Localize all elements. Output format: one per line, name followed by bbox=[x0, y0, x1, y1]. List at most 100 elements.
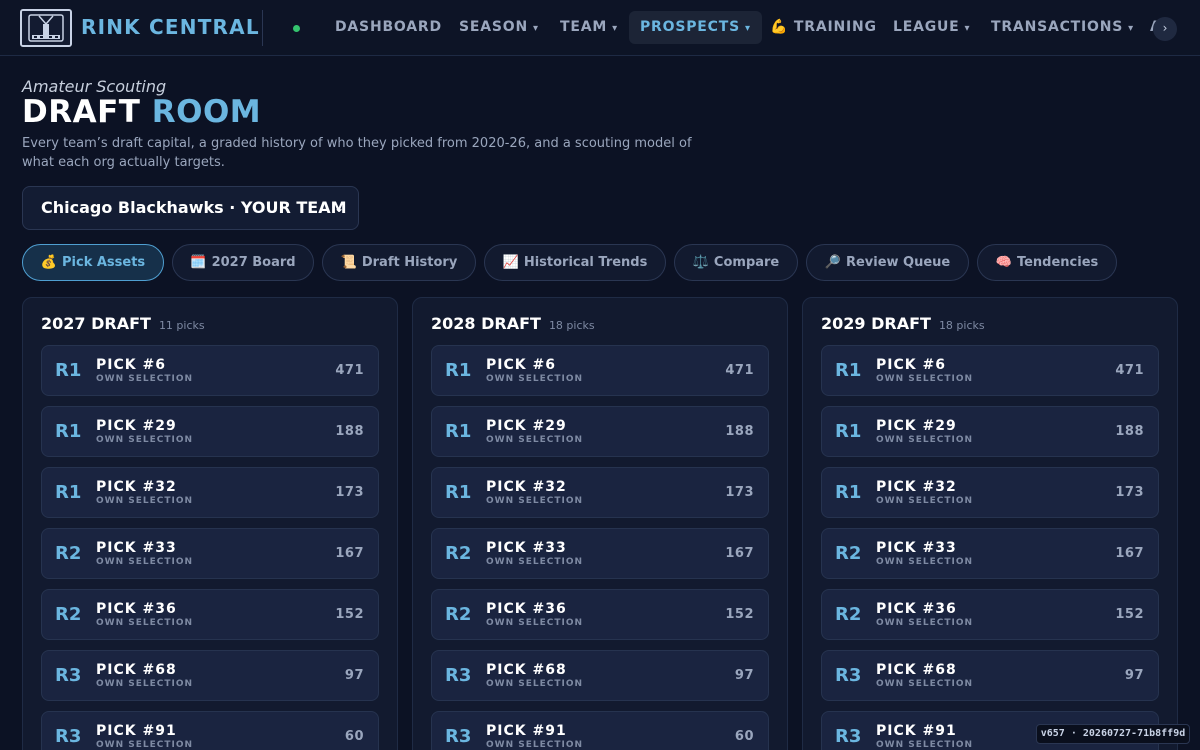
tab-label: Tendencies bbox=[1016, 255, 1099, 270]
pick-card[interactable]: R2 PICK #36 OWN SELECTION 152 bbox=[431, 589, 769, 640]
pick-card[interactable]: R1 PICK #29 OWN SELECTION 188 bbox=[431, 406, 769, 457]
pick-value: 188 bbox=[725, 424, 754, 439]
nav-divider bbox=[262, 10, 263, 46]
pick-number: PICK #33 bbox=[876, 540, 957, 556]
pick-type: OWN SELECTION bbox=[486, 618, 584, 628]
chevron-down-icon: ▾ bbox=[612, 23, 618, 34]
pick-type: OWN SELECTION bbox=[876, 496, 974, 506]
pick-number: PICK #33 bbox=[486, 540, 567, 556]
pick-type: OWN SELECTION bbox=[96, 679, 194, 689]
pick-card[interactable]: R3 PICK #68 OWN SELECTION 97 bbox=[821, 650, 1159, 701]
draft-year-label: 2028 DRAFT bbox=[431, 314, 541, 333]
pick-type: OWN SELECTION bbox=[486, 374, 584, 384]
tab-label: Historical Trends bbox=[523, 255, 648, 270]
pick-card[interactable]: R2 PICK #36 OWN SELECTION 152 bbox=[41, 589, 379, 640]
team-select[interactable]: Chicago Blackhawks · YOUR TEAM ⌄ bbox=[22, 186, 359, 230]
pick-value: 173 bbox=[335, 485, 364, 500]
pick-type: OWN SELECTION bbox=[96, 618, 194, 628]
pick-card[interactable]: R2 PICK #33 OWN SELECTION 167 bbox=[431, 528, 769, 579]
pick-number: PICK #91 bbox=[486, 723, 567, 739]
pick-card[interactable]: R1 PICK #6 OWN SELECTION 471 bbox=[821, 345, 1159, 396]
nav-item-league[interactable]: LEAGUE ▾ bbox=[882, 11, 981, 44]
pick-type: OWN SELECTION bbox=[96, 374, 194, 384]
pick-type: OWN SELECTION bbox=[486, 496, 584, 506]
pick-round: R2 bbox=[835, 543, 862, 564]
magnifier-icon: 🔎 bbox=[824, 255, 841, 270]
pick-type: OWN SELECTION bbox=[876, 618, 974, 628]
tab-draft-history[interactable]: 📜 Draft History bbox=[322, 244, 476, 281]
nav-item-label: DASHBOARD bbox=[335, 19, 442, 35]
hockey-arena-logo-icon[interactable] bbox=[20, 9, 72, 47]
nav-item-label: LEAGUE bbox=[893, 19, 960, 35]
nav-item-prospects[interactable]: PROSPECTS ▾ bbox=[629, 11, 762, 44]
pick-card[interactable]: R2 PICK #33 OWN SELECTION 167 bbox=[821, 528, 1159, 579]
pick-value: 152 bbox=[335, 607, 364, 622]
tab-label: Review Queue bbox=[845, 255, 951, 270]
draft-column-title: 2029 DRAFT 18 picks bbox=[821, 314, 985, 333]
chevron-down-icon: ▾ bbox=[964, 23, 971, 34]
pick-card[interactable]: R3 PICK #91OWN SELECTION 60 bbox=[41, 711, 379, 750]
pick-type: OWN SELECTION bbox=[486, 557, 584, 567]
pick-count: 18 picks bbox=[938, 319, 985, 332]
pick-card[interactable]: R3 PICK #68 OWN SELECTION 97 bbox=[431, 650, 769, 701]
pick-value: 188 bbox=[335, 424, 364, 439]
page-title-main: DRAFT bbox=[22, 94, 152, 130]
chevron-right-icon[interactable]: › bbox=[1153, 17, 1177, 41]
nav-item-dashboard[interactable]: DASHBOARD bbox=[324, 11, 453, 44]
pick-round: R3 bbox=[55, 665, 82, 686]
nav-item-label: SEASON bbox=[459, 19, 528, 35]
tab-compare[interactable]: ⚖️ Compare bbox=[674, 244, 798, 281]
page-title: DRAFT ROOM bbox=[22, 94, 261, 130]
pick-card[interactable]: R1 PICK #32 OWN SELECTION 173 bbox=[431, 467, 769, 518]
draft-year-label: 2029 DRAFT bbox=[821, 314, 931, 333]
app-brand[interactable]: RINK CENTRAL bbox=[81, 15, 260, 39]
version-badge: v657 · 20260727-71b8ff9d bbox=[1036, 724, 1190, 744]
pick-value: 188 bbox=[1115, 424, 1144, 439]
pick-card[interactable]: R3 PICK #68 OWN SELECTION 97 bbox=[41, 650, 379, 701]
pick-type: OWN SELECTION bbox=[876, 435, 974, 445]
pick-round: R2 bbox=[835, 604, 862, 625]
brain-icon: 🧠 bbox=[995, 255, 1012, 270]
pick-card[interactable]: R1 PICK #32 OWN SELECTION 173 bbox=[821, 467, 1159, 518]
pick-value: 173 bbox=[1115, 485, 1144, 500]
nav-item-label: PROSPECTS bbox=[640, 19, 740, 35]
pick-number: PICK #36 bbox=[876, 601, 957, 617]
pick-card[interactable]: R1 PICK #6 OWN SELECTION 471 bbox=[41, 345, 379, 396]
pick-type: OWN SELECTION bbox=[96, 557, 194, 567]
draft-column-title: 2027 DRAFT 11 picks bbox=[41, 314, 205, 333]
pick-round: R1 bbox=[445, 360, 472, 381]
pick-card[interactable]: R1 PICK #6 OWN SELECTION 471 bbox=[431, 345, 769, 396]
pick-value: 97 bbox=[734, 668, 754, 683]
pick-number: PICK #36 bbox=[486, 601, 567, 617]
pick-number: PICK #68 bbox=[876, 662, 957, 678]
pick-round: R1 bbox=[835, 421, 862, 442]
pick-round: R1 bbox=[835, 360, 862, 381]
pick-number: PICK #91 bbox=[876, 723, 957, 739]
pick-round: R1 bbox=[445, 421, 472, 442]
nav-item-training[interactable]: 💪 TRAINING bbox=[759, 11, 888, 44]
pick-card[interactable]: R2 PICK #36 OWN SELECTION 152 bbox=[821, 589, 1159, 640]
pick-value: 471 bbox=[725, 363, 754, 378]
pick-card[interactable]: R1 PICK #29 OWN SELECTION 188 bbox=[41, 406, 379, 457]
tab-historical-trends[interactable]: 📈 Historical Trends bbox=[484, 244, 666, 281]
pick-card[interactable]: R1 PICK #32 OWN SELECTION 173 bbox=[41, 467, 379, 518]
pick-card[interactable]: R3 PICK #91OWN SELECTION 60 bbox=[431, 711, 769, 750]
pick-card[interactable]: R2 PICK #33 OWN SELECTION 167 bbox=[41, 528, 379, 579]
nav-item-label: TEAM bbox=[560, 19, 608, 35]
pick-type: OWN SELECTION bbox=[876, 679, 974, 689]
nav-item-team[interactable]: TEAM ▾ bbox=[549, 11, 629, 44]
pick-value: 60 bbox=[734, 729, 754, 744]
tab-review-queue[interactable]: 🔎 Review Queue bbox=[806, 244, 969, 281]
top-nav: RINK CENTRAL DASHBOARD SEASON ▾ TEAM ▾ PRO… bbox=[0, 0, 1200, 56]
tab-2027-board[interactable]: 🗓️ 2027 Board bbox=[172, 244, 314, 281]
pick-round: R3 bbox=[835, 665, 862, 686]
pick-card[interactable]: R1 PICK #29 OWN SELECTION 188 bbox=[821, 406, 1159, 457]
nav-item-transactions[interactable]: TRANSACTIONS ▾ bbox=[980, 11, 1145, 44]
pick-number: PICK #6 bbox=[96, 357, 166, 373]
pick-type: OWN SELECTION bbox=[96, 435, 194, 445]
tab-pick-assets[interactable]: 💰 Pick Assets bbox=[22, 244, 164, 281]
tab-tendencies[interactable]: 🧠 Tendencies bbox=[977, 244, 1117, 281]
pick-value: 152 bbox=[725, 607, 754, 622]
nav-item-season[interactable]: SEASON ▾ bbox=[448, 11, 550, 44]
draft-column-2028: 2028 DRAFT 18 picks R1 PICK #6 OWN SELECTIO… bbox=[412, 297, 788, 750]
